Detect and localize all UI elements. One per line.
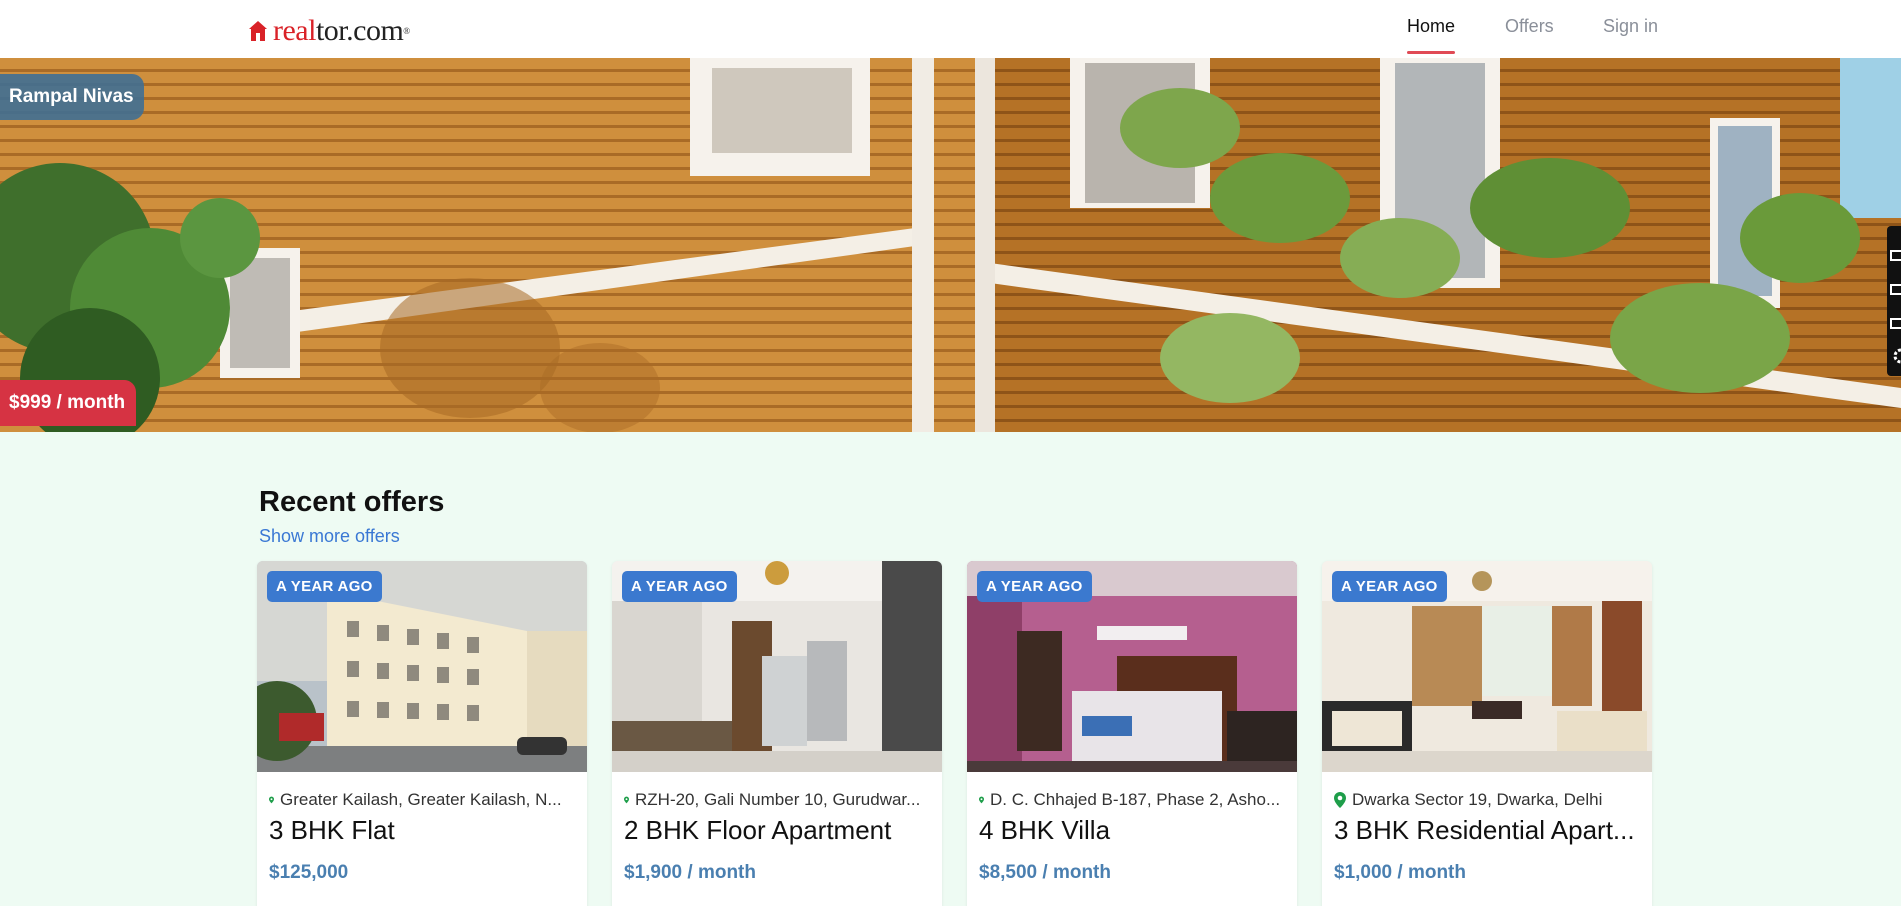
offer-card[interactable]: A YEAR AGO Dwarka Sector 19, Dwarka, Del… bbox=[1322, 561, 1652, 906]
offer-location-text: RZH-20, Gali Number 10, Gurudwar... bbox=[635, 790, 921, 809]
offer-location: Dwarka Sector 19, Dwarka, Delhi bbox=[1334, 790, 1644, 810]
offer-location-text: D. C. Chhajed B-187, Phase 2, Asho... bbox=[990, 790, 1281, 809]
nav-home[interactable]: Home bbox=[1407, 16, 1456, 54]
hero-price-tag: $999 / month bbox=[0, 380, 137, 426]
gear-icon[interactable] bbox=[1889, 348, 1901, 364]
hero-banner[interactable]: Rampal Nivas $999 / month bbox=[0, 58, 1901, 432]
time-badge: A YEAR AGO bbox=[977, 571, 1092, 602]
offer-card[interactable]: A YEAR AGO RZH-20, Gali Number 10, Gurud… bbox=[612, 561, 942, 906]
side-toolbar[interactable] bbox=[1887, 226, 1901, 376]
offer-location-text: Dwarka Sector 19, Dwarka, Delhi bbox=[1352, 790, 1603, 809]
hero-house-image bbox=[0, 58, 1901, 432]
offer-title[interactable]: 4 BHK Villa bbox=[979, 815, 1289, 846]
section-title: Recent offers bbox=[259, 486, 445, 518]
offer-price: $125,000 bbox=[269, 862, 349, 883]
time-badge: A YEAR AGO bbox=[267, 571, 382, 602]
offer-price: $8,500 / month bbox=[979, 862, 1111, 883]
location-pin-icon bbox=[979, 796, 984, 804]
realtor-logo[interactable]: real tor.com ® bbox=[248, 14, 410, 48]
hero-property-name: Rampal Nivas bbox=[0, 74, 144, 120]
toolbar-button-icon[interactable] bbox=[1890, 318, 1901, 329]
location-pin-icon bbox=[1334, 792, 1346, 808]
show-more-offers-link[interactable]: Show more offers bbox=[259, 526, 400, 547]
location-pin-icon bbox=[624, 796, 629, 804]
toolbar-button-icon[interactable] bbox=[1890, 284, 1901, 295]
offer-price: $1,000 / month bbox=[1334, 862, 1466, 883]
offer-location: RZH-20, Gali Number 10, Gurudwar... bbox=[624, 790, 934, 810]
offer-location-text: Greater Kailash, Greater Kailash, N... bbox=[280, 790, 562, 809]
offer-title[interactable]: 2 BHK Floor Apartment bbox=[624, 815, 934, 846]
logo-text-real: real bbox=[273, 14, 316, 47]
offer-card[interactable]: A YEAR AGO D. C. Chhajed B-187, Phase 2,… bbox=[967, 561, 1297, 906]
offer-card[interactable]: A YEAR AGO Greater Kailash, Greater Kail… bbox=[257, 561, 587, 906]
offer-location: D. C. Chhajed B-187, Phase 2, Asho... bbox=[979, 790, 1289, 810]
home-logo-icon bbox=[249, 21, 267, 41]
time-badge: A YEAR AGO bbox=[622, 571, 737, 602]
offer-location: Greater Kailash, Greater Kailash, N... bbox=[269, 790, 579, 810]
nav-offers[interactable]: Offers bbox=[1505, 16, 1554, 37]
offer-title[interactable]: 3 BHK Flat bbox=[269, 815, 579, 846]
time-badge: A YEAR AGO bbox=[1332, 571, 1447, 602]
toolbar-button-icon[interactable] bbox=[1890, 250, 1901, 261]
top-navbar: real tor.com ® Home Offers Sign in bbox=[0, 0, 1901, 58]
logo-text-rest: tor.com bbox=[315, 14, 404, 47]
offer-price: $1,900 / month bbox=[624, 862, 756, 883]
location-pin-icon bbox=[269, 796, 274, 804]
nav-sign-in[interactable]: Sign in bbox=[1603, 16, 1658, 37]
offer-title[interactable]: 3 BHK Residential Apart... bbox=[1334, 815, 1644, 846]
logo-registered-mark: ® bbox=[403, 26, 410, 36]
